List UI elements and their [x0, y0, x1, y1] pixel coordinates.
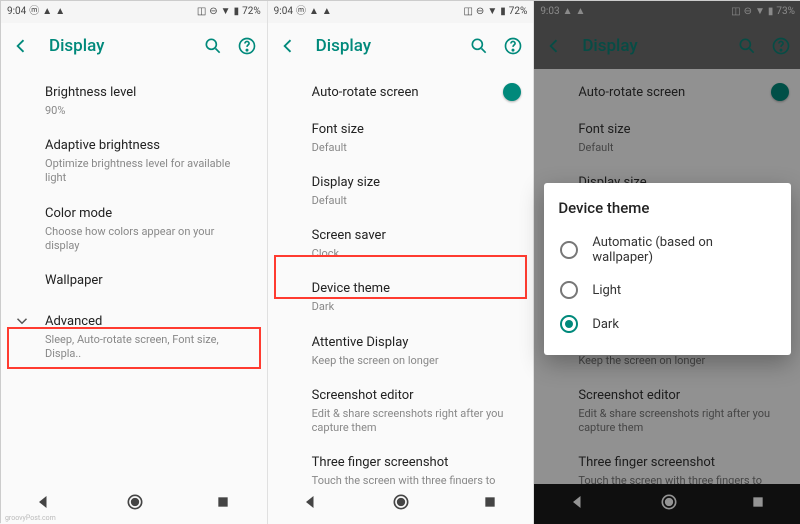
appbar: Display [1, 23, 267, 69]
item-screenshot-editor[interactable]: Screenshot editor Edit & share screensho… [268, 378, 534, 445]
item-device-theme[interactable]: Device theme Dark [268, 271, 534, 324]
app-icon: ⓜ [296, 7, 306, 17]
page-title: Display [49, 36, 203, 56]
nav-home-icon[interactable] [125, 492, 145, 516]
radio-label: Automatic (based on wallpaper) [592, 235, 775, 265]
clock-text: 9:04 [274, 7, 293, 17]
status-bar: 9:04 ⓜ ▲ ▲ ◫ ⊖ ▼ ▮ 72% [1, 1, 267, 23]
battery-icon: ▮ [500, 7, 506, 17]
help-icon[interactable] [503, 36, 523, 56]
app-icon: ⓜ [29, 7, 39, 17]
radio-icon [560, 241, 578, 259]
item-advanced[interactable]: Advanced Sleep, Auto-rotate screen, Font… [1, 300, 267, 371]
back-icon[interactable] [278, 36, 298, 56]
nav-recent-icon[interactable] [482, 494, 498, 514]
battery-text: 72% [242, 7, 261, 17]
watermark: groovyPost.com [5, 514, 56, 522]
search-icon[interactable] [469, 36, 489, 56]
dnd-icon: ⊖ [476, 7, 484, 17]
screen-1: 9:04 ⓜ ▲ ▲ ◫ ⊖ ▼ ▮ 72% Display [1, 1, 268, 524]
item-three-finger-screenshot[interactable]: Three finger screenshot Touch the screen… [268, 445, 534, 484]
radio-dark[interactable]: Dark [558, 307, 777, 341]
clock-text: 9:04 [7, 7, 26, 17]
warning-icon: ▲ [322, 7, 332, 17]
back-icon[interactable] [11, 36, 31, 56]
help-icon[interactable] [237, 36, 257, 56]
vibrate-icon: ◫ [463, 7, 472, 17]
warning-icon: ▲ [309, 7, 319, 17]
item-screen-saver[interactable]: Screen saver Clock [268, 218, 534, 271]
wifi-icon: ▼ [487, 7, 497, 17]
appbar: Display [268, 23, 534, 69]
radio-icon-selected [560, 315, 578, 333]
nav-home-icon[interactable] [391, 492, 411, 516]
chevron-down-icon [13, 312, 31, 334]
item-color-mode[interactable]: Color mode Choose how colors appear on y… [1, 196, 267, 263]
nav-back-icon[interactable] [303, 493, 321, 515]
battery-icon: ▮ [234, 7, 240, 17]
screen-2: 9:04 ⓜ ▲ ▲ ◫ ⊖ ▼ ▮ 72% Display [268, 1, 535, 524]
warning-icon: ▲ [55, 7, 65, 17]
radio-label: Light [592, 283, 621, 298]
nav-back-icon[interactable] [36, 493, 54, 515]
warning-icon: ▲ [42, 7, 52, 17]
nav-recent-icon[interactable] [215, 494, 231, 514]
dialog-title: Device theme [558, 199, 777, 217]
device-theme-dialog: Device theme Automatic (based on wallpap… [544, 183, 791, 355]
item-wallpaper[interactable]: Wallpaper [1, 263, 267, 300]
wifi-icon: ▼ [221, 7, 231, 17]
item-auto-rotate[interactable]: Auto-rotate screen [268, 75, 534, 112]
battery-text: 72% [509, 7, 528, 17]
page-title: Display [316, 36, 470, 56]
radio-label: Dark [592, 317, 619, 332]
search-icon[interactable] [203, 36, 223, 56]
status-bar: 9:04 ⓜ ▲ ▲ ◫ ⊖ ▼ ▮ 72% [268, 1, 534, 23]
radio-light[interactable]: Light [558, 273, 777, 307]
radio-icon [560, 281, 578, 299]
item-attentive-display[interactable]: Attentive Display Keep the screen on lon… [268, 325, 534, 378]
navbar [268, 484, 534, 524]
screen-3: 9:03 ▲ ▲ ◫ ⊖ ▼ ▮ 73% Display [534, 1, 800, 524]
vibrate-icon: ◫ [197, 7, 206, 17]
settings-list: Brightness level 90% Adaptive brightness… [1, 69, 267, 484]
dnd-icon: ⊖ [209, 7, 217, 17]
item-brightness-level[interactable]: Brightness level 90% [1, 75, 267, 128]
item-font-size[interactable]: Font size Default [268, 112, 534, 165]
settings-list: Auto-rotate screen Font size Default Dis… [268, 69, 534, 484]
item-display-size[interactable]: Display size Default [268, 165, 534, 218]
radio-automatic[interactable]: Automatic (based on wallpaper) [558, 227, 777, 273]
item-adaptive-brightness[interactable]: Adaptive brightness Optimize brightness … [1, 128, 267, 195]
